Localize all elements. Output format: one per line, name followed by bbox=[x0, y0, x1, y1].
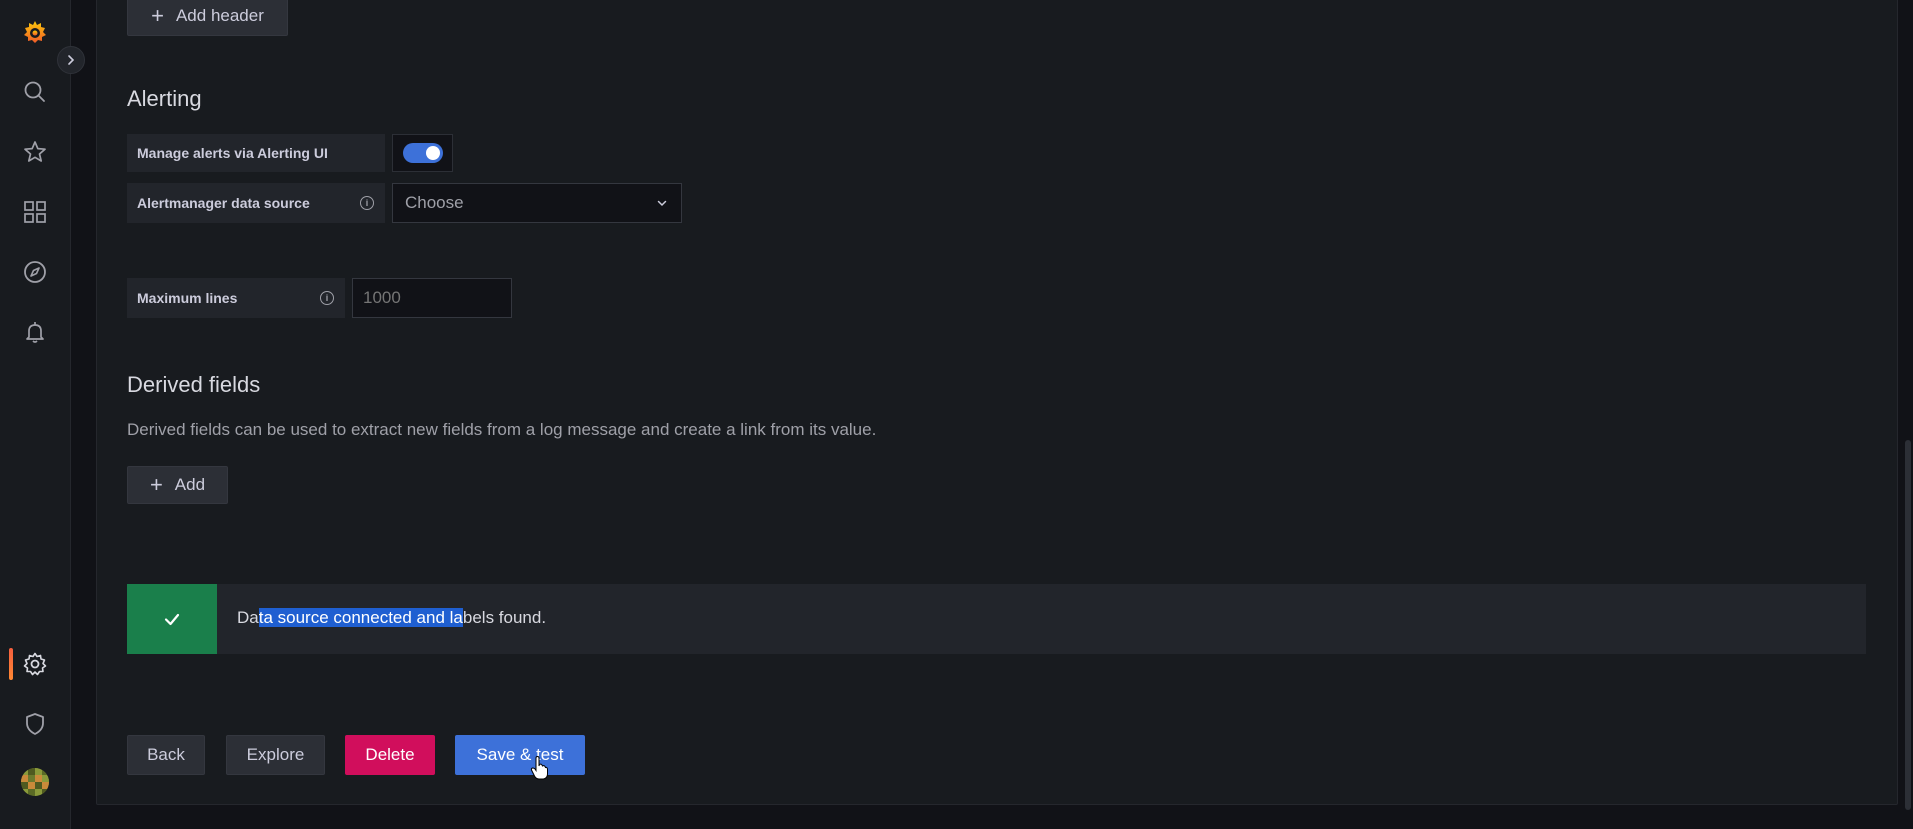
info-icon[interactable]: i bbox=[320, 291, 334, 305]
sidebar-nav bbox=[0, 0, 85, 829]
alert-text-before: Da bbox=[237, 608, 259, 627]
info-icon[interactable]: i bbox=[360, 196, 374, 210]
chevron-right-icon bbox=[68, 55, 75, 65]
alert-text-after: bels found. bbox=[462, 608, 547, 627]
manage-alerts-toggle[interactable] bbox=[402, 143, 443, 163]
manage-alerts-toggle-wrap bbox=[392, 134, 453, 172]
maximum-lines-input[interactable] bbox=[352, 278, 512, 318]
maximum-lines-label-text: Maximum lines bbox=[137, 290, 238, 306]
grafana-logo-icon[interactable] bbox=[17, 14, 53, 50]
maximum-lines-label: Maximum lines bbox=[127, 278, 345, 318]
main-content bbox=[71, 0, 1913, 829]
alertmanager-select-placeholder: Choose bbox=[405, 193, 464, 212]
datasource-test-alert: Data source connected and labels found. bbox=[127, 584, 1866, 654]
add-derived-field-button[interactable]: + Add bbox=[127, 466, 228, 504]
alerting-section-title: Alerting bbox=[127, 86, 202, 111]
alerting-bell-icon[interactable] bbox=[17, 314, 53, 350]
alert-text-selected: ta source connected and la bbox=[258, 608, 463, 627]
manage-alerts-label: Manage alerts via Alerting UI bbox=[127, 134, 385, 172]
back-button[interactable]: Back bbox=[127, 735, 205, 775]
add-header-button[interactable]: + Add header bbox=[127, 0, 288, 36]
star-icon[interactable] bbox=[17, 134, 53, 170]
chevron-down-icon bbox=[657, 200, 667, 207]
toggle-knob bbox=[425, 146, 440, 160]
user-avatar[interactable] bbox=[21, 768, 49, 796]
dashboards-icon[interactable] bbox=[17, 194, 53, 230]
datasource-settings-panel bbox=[96, 0, 1898, 805]
alertmanager-label-text: Alertmanager data source bbox=[137, 195, 310, 211]
explore-icon[interactable] bbox=[17, 254, 53, 290]
delete-button[interactable]: Delete bbox=[345, 735, 435, 775]
alertmanager-datasource-select[interactable]: Choose bbox=[392, 183, 682, 223]
derived-fields-description: Derived fields can be used to extract ne… bbox=[127, 420, 877, 439]
save-test-button[interactable]: Save & test bbox=[455, 735, 585, 775]
explore-button[interactable]: Explore bbox=[226, 735, 325, 775]
expand-sidebar-button[interactable] bbox=[57, 46, 85, 74]
hand-pointer-cursor-icon bbox=[530, 756, 548, 780]
alert-message: Data source connected and labels found. bbox=[237, 608, 546, 628]
derived-fields-title: Derived fields bbox=[127, 372, 261, 397]
plus-icon: + bbox=[149, 472, 163, 497]
add-header-label: Add header bbox=[175, 6, 264, 25]
success-check-icon bbox=[127, 584, 217, 654]
alertmanager-datasource-label: Alertmanager data source bbox=[127, 183, 385, 223]
active-indicator bbox=[9, 648, 13, 680]
add-derived-field-label: Add bbox=[174, 475, 206, 494]
plus-icon: + bbox=[151, 3, 164, 28]
scrollbar-thumb[interactable] bbox=[1905, 440, 1911, 810]
server-admin-shield-icon[interactable] bbox=[17, 706, 53, 742]
configuration-gear-icon[interactable] bbox=[17, 646, 53, 682]
search-icon[interactable] bbox=[17, 74, 53, 110]
